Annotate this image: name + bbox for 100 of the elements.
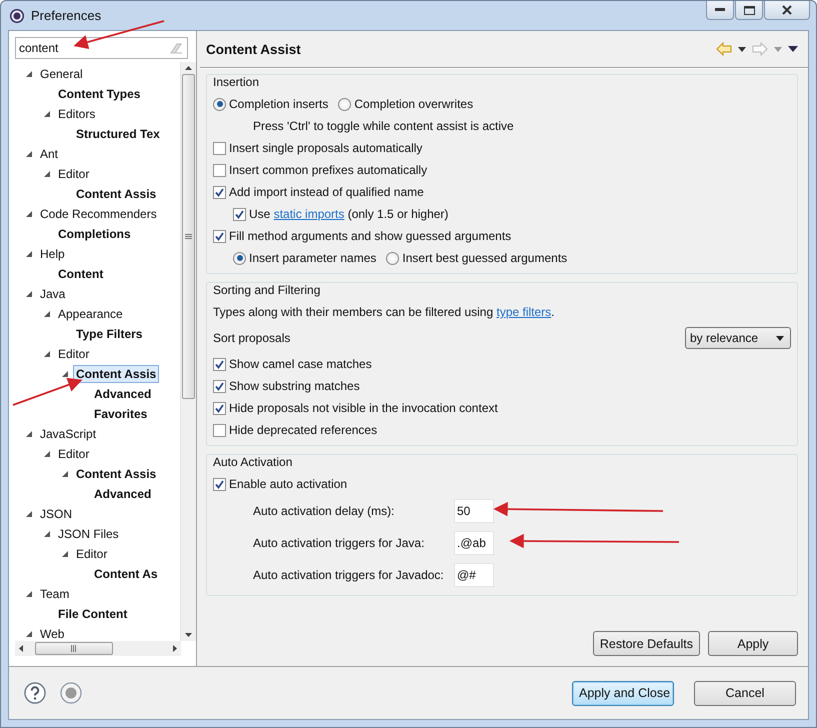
expanded-icon[interactable]: [43, 350, 51, 358]
tree-item[interactable]: Type Filters: [73, 325, 146, 343]
expanded-icon[interactable]: [43, 110, 51, 118]
tree-item[interactable]: Advanced: [91, 385, 154, 403]
input-field[interactable]: @#: [454, 563, 494, 587]
input-field[interactable]: .@ab: [454, 531, 494, 555]
dialog-button[interactable]: Cancel: [694, 680, 796, 706]
checkbox-label[interactable]: Add import instead of qualified name: [229, 185, 424, 199]
dialog-button[interactable]: Apply and Close: [572, 680, 674, 706]
tree-item[interactable]: JSON Files: [55, 525, 122, 543]
link[interactable]: static imports: [274, 207, 344, 221]
horizontal-scrollbar[interactable]: [15, 641, 181, 656]
tree-item[interactable]: Editor: [55, 345, 92, 363]
checkbox[interactable]: [213, 186, 226, 198]
tree-item[interactable]: Web: [37, 625, 68, 641]
tree-item[interactable]: Favorites: [91, 405, 150, 423]
checkbox-label[interactable]: Insert common prefixes automatically: [229, 163, 428, 177]
expanded-icon[interactable]: [43, 310, 51, 318]
close-button[interactable]: [764, 1, 810, 20]
radio-button[interactable]: [386, 252, 400, 264]
checkbox-label[interactable]: Show substring matches: [229, 379, 360, 393]
checkbox-label[interactable]: Fill method arguments and show guessed arguments: [229, 229, 512, 243]
checkbox-label[interactable]: Hide proposals not visible in the invocation context: [229, 401, 498, 415]
checkbox[interactable]: [233, 208, 246, 220]
tree-item[interactable]: General: [37, 65, 86, 83]
tree-item[interactable]: Structured Tex: [73, 125, 163, 143]
help-icon[interactable]: [24, 682, 46, 704]
filter-field[interactable]: content: [15, 37, 188, 59]
tree-item[interactable]: Content Assis: [73, 185, 160, 203]
tree-item[interactable]: Content As: [91, 565, 161, 583]
tree-item[interactable]: Content: [55, 265, 106, 283]
tree-item[interactable]: Ant: [37, 145, 62, 163]
dialog-button[interactable]: Apply: [708, 631, 798, 656]
checkbox[interactable]: [213, 164, 226, 176]
tree-item[interactable]: Appearance: [55, 305, 126, 323]
tree-item[interactable]: Completions: [55, 225, 134, 243]
expanded-icon[interactable]: [43, 530, 51, 538]
checkbox[interactable]: [213, 478, 226, 490]
tree-item[interactable]: Help: [37, 245, 68, 263]
record-icon[interactable]: [60, 682, 82, 704]
radio-label[interactable]: Completion inserts: [229, 97, 328, 111]
tree-item[interactable]: JavaScript: [37, 425, 100, 443]
link[interactable]: type filters: [496, 305, 552, 319]
caret-icon: [776, 336, 784, 340]
view-menu-icon[interactable]: [788, 46, 798, 52]
radio-label[interactable]: Completion overwrites: [354, 97, 474, 111]
radio-button[interactable]: [338, 98, 352, 110]
tree-item[interactable]: Editor: [55, 165, 92, 183]
field-label: Auto activation triggers for Java:: [252, 536, 426, 550]
expanded-icon[interactable]: [25, 630, 33, 638]
tree-item[interactable]: JSON: [37, 505, 76, 523]
radio-button[interactable]: [233, 252, 246, 264]
tree-item[interactable]: Content Types: [55, 85, 144, 103]
expanded-icon[interactable]: [25, 70, 33, 78]
minimize-button[interactable]: [706, 1, 734, 20]
tree-item[interactable]: File Content: [55, 605, 130, 623]
checkbox-label[interactable]: Enable auto activation: [229, 477, 348, 491]
checkbox[interactable]: [213, 142, 226, 154]
expanded-icon[interactable]: [25, 290, 33, 298]
field-label: Auto activation triggers for Javadoc:: [252, 568, 445, 582]
dialog-button[interactable]: Restore Defaults: [592, 631, 700, 656]
annotation-arrow: [12, 378, 82, 406]
expanded-icon[interactable]: [43, 450, 51, 458]
expanded-icon[interactable]: [25, 250, 33, 258]
tree-item[interactable]: Editor: [73, 545, 110, 563]
radio-label[interactable]: Insert best guessed arguments: [402, 251, 568, 265]
tree-item[interactable]: Content Assis: [73, 465, 160, 483]
checkbox[interactable]: [213, 380, 226, 392]
checkbox[interactable]: [213, 424, 226, 436]
group-title: Insertion: [213, 75, 260, 89]
checkbox-label[interactable]: Insert single proposals automatically: [229, 141, 422, 155]
checkbox-label[interactable]: Hide deprecated references: [229, 423, 378, 437]
expanded-icon[interactable]: [43, 170, 51, 178]
expanded-icon[interactable]: [25, 430, 33, 438]
maximize-button[interactable]: [735, 1, 763, 20]
expanded-icon[interactable]: [61, 550, 69, 558]
vertical-scrollbar[interactable]: [180, 62, 196, 641]
expanded-icon[interactable]: [25, 150, 33, 158]
tree-item[interactable]: Editor: [55, 445, 92, 463]
tree-item[interactable]: Code Recommenders: [37, 205, 160, 223]
checkbox[interactable]: [213, 230, 226, 242]
caret-icon[interactable]: [738, 46, 746, 52]
tree-item[interactable]: Content Assis: [73, 365, 160, 383]
tree-item[interactable]: Advanced: [91, 485, 154, 503]
sort-dropdown[interactable]: by relevance: [685, 327, 791, 349]
tree-item[interactable]: Team: [37, 585, 72, 603]
tree-item[interactable]: Editors: [55, 105, 98, 123]
checkbox-label[interactable]: Show camel case matches: [229, 357, 372, 371]
input-field[interactable]: 50: [454, 499, 494, 523]
radio-button[interactable]: [213, 98, 226, 110]
expanded-icon[interactable]: [25, 590, 33, 598]
tree-item[interactable]: Java: [37, 285, 68, 303]
expanded-icon[interactable]: [25, 510, 33, 518]
checkbox[interactable]: [213, 402, 226, 414]
checkbox[interactable]: [213, 358, 226, 370]
checkbox-label[interactable]: Use static imports (only 1.5 or higher): [249, 207, 448, 221]
expanded-icon[interactable]: [61, 370, 69, 378]
expanded-icon[interactable]: [61, 470, 69, 478]
radio-label[interactable]: Insert parameter names: [249, 251, 376, 265]
expanded-icon[interactable]: [25, 210, 33, 218]
